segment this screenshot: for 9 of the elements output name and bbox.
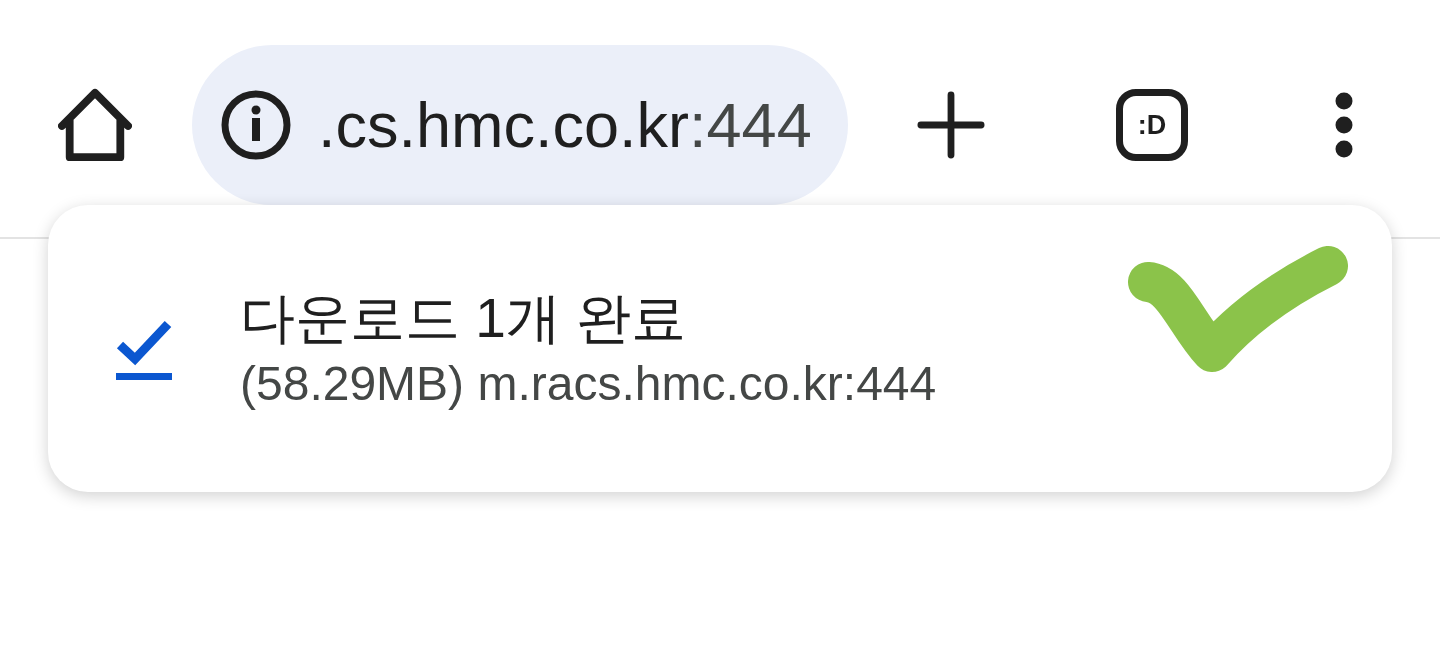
address-bar[interactable]: .cs.hmc.co.kr:444 xyxy=(192,45,848,205)
more-vert-icon xyxy=(1335,92,1353,158)
url-text: .cs.hmc.co.kr:444 xyxy=(318,93,812,157)
tab-switcher-button[interactable]: :D xyxy=(1116,89,1188,161)
download-details: (58.29MB) m.racs.hmc.co.kr:444 xyxy=(240,355,937,412)
plus-icon xyxy=(917,91,985,159)
download-title: 다운로드 1개 완료 xyxy=(240,285,688,350)
home-icon xyxy=(58,88,132,162)
info-icon[interactable] xyxy=(220,89,292,161)
